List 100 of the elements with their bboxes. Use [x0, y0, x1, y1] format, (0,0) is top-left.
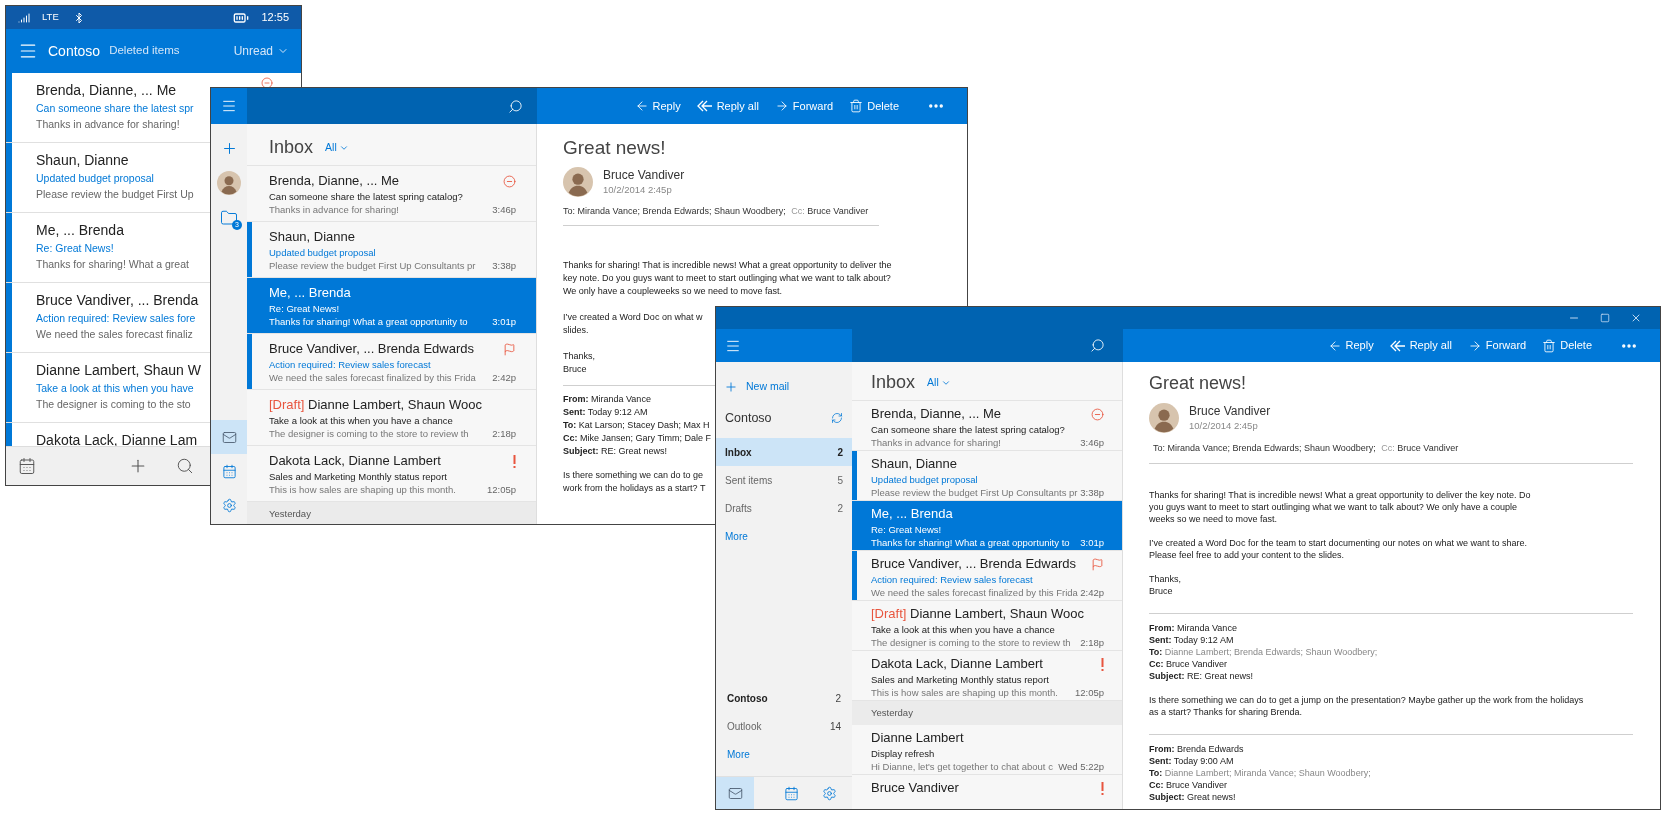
message-item[interactable]: Bruce Vandiver — [852, 775, 1122, 809]
filter-dropdown[interactable]: Unread — [233, 42, 289, 60]
header-line: Sent: Today 9:12 AM — [563, 406, 648, 419]
account-name: Contoso — [725, 409, 772, 427]
message-time: 2:18p — [492, 427, 516, 440]
new-mail-button[interactable]: New mail — [716, 377, 852, 397]
signal-icon — [18, 11, 30, 24]
toolbar-button[interactable]: Delete — [849, 97, 899, 115]
account-name: Contoso — [48, 41, 101, 61]
filter-dropdown[interactable]: All — [325, 140, 349, 156]
message-subject: Display refresh — [871, 747, 936, 760]
account-item[interactable]: Contoso 2 — [716, 684, 852, 712]
filter-dropdown[interactable]: All — [927, 375, 951, 391]
message-paragraph: Thanks for sharing! That is incredible news! What a great opportunity to deliver the key note. Do you guys want to meet to start outlinging what we want to talk about? We only have a coupleweeks so we need to move fast. — [563, 259, 892, 298]
sender-name: Shaun, Dianne — [871, 455, 957, 473]
message-subject: Action required: Review sales forecast — [269, 358, 432, 371]
message-subject: Can someone share the latest spring catalog? — [269, 190, 464, 203]
message-time: 3:01p — [1080, 536, 1104, 549]
message-date: 10/2/2014 2:45p — [603, 183, 672, 196]
sender-name: Brenda, Dianne, ... Me — [871, 405, 1002, 423]
message-paragraph: Thanks, Bruce — [1149, 573, 1181, 597]
message-preview: This is how sales are shaping up this month. — [871, 686, 1058, 699]
message-item[interactable]: Brenda, Dianne, ... Me Can someone share the latest spring catalog? Thanks in advance for sharing! 3:46p — [852, 401, 1122, 451]
sender-name: Bruce Vandiver — [1189, 404, 1271, 419]
reply-all-icon — [1389, 339, 1406, 352]
network-type: LTE — [42, 10, 59, 25]
header-line: From: Miranda Vance — [563, 393, 651, 406]
message-time: 2:42p — [492, 371, 516, 384]
sender-name: [Draft] Dianne Lambert, Shaun Wooc — [269, 396, 482, 414]
calendar-icon[interactable] — [18, 457, 36, 475]
message-item[interactable]: Dianne Lambert Display refresh Hi Dianne, let's get together to chat about c Wed 5:22p — [852, 725, 1122, 775]
message-preview: Please review the budget First Up — [36, 187, 194, 202]
message-subject: Re: Great News! — [871, 523, 943, 536]
toolbar-button[interactable]: Reply all — [1389, 337, 1452, 354]
more-link[interactable]: More — [716, 522, 757, 550]
toolbar-button[interactable]: Reply all — [696, 97, 759, 115]
close-icon[interactable] — [1630, 312, 1642, 324]
message-time: 3:38p — [1080, 486, 1104, 499]
message-item[interactable]: Brenda, Dianne, ... Me Can someone share the latest spring catalog? Thanks in advance for sharing! 3:46p — [247, 166, 536, 222]
toolbar-button[interactable]: Forward — [1467, 337, 1527, 354]
message-item[interactable]: Me, ... Brenda Re: Great News! Thanks for sharing! What a great — [12, 213, 209, 282]
message-item[interactable]: Bruce Vandiver, ... Brenda Action required: Review sales fore We need the sales forecast finaliz — [12, 283, 209, 352]
message-preview: Thanks for sharing! What a great opportunity to — [269, 315, 468, 328]
message-item[interactable]: Brenda, Dianne, ... Me Can someone share the latest spr Thanks in advance for sharing! — [12, 73, 209, 142]
sender-name: Dianne Lambert — [871, 729, 964, 747]
account-count: 2 — [835, 691, 841, 706]
message-paragraph: Thanks, Bruce — [563, 350, 595, 376]
search-icon[interactable] — [1090, 338, 1105, 353]
search-icon[interactable] — [176, 457, 194, 475]
message-item[interactable]: Me, ... Brenda Re: Great News! Thanks for sharing! What a great opportunity to 3:01p — [247, 278, 536, 334]
message-item[interactable]: [Draft] Dianne Lambert, Shaun Wooc Take a look at this when you have a chance The designer is coming to the store to review th 2:18p — [852, 601, 1122, 651]
folder-count: 2 — [837, 445, 843, 460]
message-item[interactable]: Dianne Lambert, Shaun W Take a look at this when you have The designer is coming to the sto — [12, 353, 209, 422]
flag-icon[interactable] — [503, 342, 516, 356]
message-preview: This is how sales are shaping up this month. — [269, 483, 456, 496]
account-item[interactable]: Outlook 14 — [716, 712, 852, 740]
folder-icon[interactable] — [220, 209, 238, 227]
toolbar-button[interactable]: Forward — [774, 97, 834, 115]
header-line: Cc: Bruce Vandiver — [1149, 658, 1227, 670]
folder-title: Inbox — [269, 136, 314, 158]
message-item[interactable]: Bruce Vandiver, ... Brenda Edwards Action required: Review sales forecast We need the sales forecast finalized by this Frida 2:42p — [247, 334, 536, 390]
message-item[interactable]: Dakota Lack, Dianne Lam — [12, 423, 209, 446]
message-item[interactable]: Shaun, Dianne Updated budget proposal Please review the budget First Up — [12, 143, 209, 212]
folder-item[interactable]: Sent items 5 — [716, 466, 852, 494]
toolbar-button[interactable]: Reply — [1327, 337, 1374, 354]
folder-item[interactable]: Drafts 2 — [716, 494, 852, 522]
mail-icon — [221, 429, 237, 445]
message-preview: We need the sales forecast finalized by this Frida — [269, 371, 476, 384]
message-preview: Thanks in advance for sharing! — [871, 436, 1001, 449]
message-item[interactable]: Me, ... Brenda Re: Great News! Thanks for sharing! What a great opportunity to 3:01p — [852, 501, 1122, 551]
sender-name: Bruce Vandiver — [871, 779, 959, 797]
settings-icon — [822, 785, 838, 801]
nav-button[interactable] — [716, 777, 755, 809]
message-item[interactable]: [Draft] Dianne Lambert, Shaun Wooc Take a look at this when you have a chance The designer is coming to the store to review th 2:18p — [247, 390, 536, 446]
message-paragraph: I’ve created a Word Doc for the team to start documenting our notes on what we want to share. Please feel free to add your content to the slides. — [1149, 537, 1528, 561]
folder-item[interactable]: Inbox 2 — [716, 438, 852, 466]
search-icon[interactable] — [508, 98, 523, 114]
maximize-icon[interactable] — [1600, 313, 1610, 323]
folder-title: Inbox — [871, 371, 916, 393]
nav-button[interactable] — [211, 420, 247, 454]
toolbar-button[interactable]: Reply — [634, 97, 681, 115]
arrow-left-icon — [634, 99, 649, 113]
message-preview: Thanks in advance for sharing! — [269, 203, 399, 216]
message-preview: We need the sales forecast finaliz — [36, 327, 193, 342]
folder-count: 5 — [837, 473, 843, 488]
message-subject: Can someone share the latest spr — [36, 101, 194, 116]
recipients-line: To: Miranda Vance; Brenda Edwards; Shaun Woodbery; Cc: Bruce Vandiver — [1153, 442, 1459, 454]
sync-icon[interactable] — [831, 412, 843, 424]
arrow-right-icon — [1467, 338, 1482, 353]
message-time: 2:42p — [1080, 586, 1104, 599]
message-subject: Action required: Review sales fore — [36, 311, 196, 326]
toolbar-button[interactable]: Delete — [1542, 337, 1592, 354]
message-paragraph: Is there something we can do to ge work from the holidays as a start? T — [563, 469, 706, 495]
sender-name: Dakota Lack, Dianne Lam — [36, 431, 198, 446]
menu-icon[interactable] — [221, 98, 237, 114]
message-preview: Thanks for sharing! What a great — [36, 257, 189, 272]
flag-icon[interactable] — [1091, 557, 1104, 571]
message-item[interactable]: Bruce Vandiver, ... Brenda Edwards Action required: Review sales forecast We need the sales forecast finalized by this Frida 2:42p — [852, 551, 1122, 601]
more-link[interactable]: More — [716, 740, 761, 768]
section-header: Yesterday — [247, 502, 536, 524]
